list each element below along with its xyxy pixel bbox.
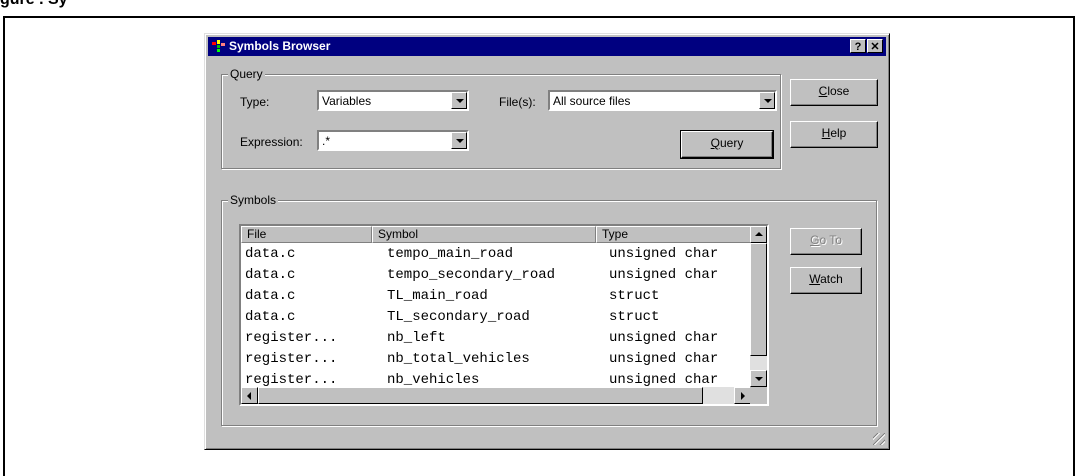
- list-header: File Symbol Type: [241, 226, 751, 243]
- app-icon: [212, 40, 225, 52]
- query-button[interactable]: Query: [680, 130, 774, 159]
- cell-symbol: nb_left: [387, 330, 446, 346]
- column-header-file[interactable]: File: [241, 226, 372, 243]
- cell-type: unsigned char: [609, 267, 719, 283]
- table-row[interactable]: data.c tempo_secondary_road unsigned cha…: [241, 265, 751, 286]
- cell-type: unsigned char: [609, 372, 719, 388]
- column-header-type[interactable]: Type: [596, 226, 751, 243]
- cell-file: register...: [245, 351, 338, 367]
- vertical-scrollbar[interactable]: [750, 226, 767, 387]
- cell-file: data.c: [245, 288, 296, 304]
- goto-button[interactable]: Go To: [790, 228, 862, 255]
- type-select[interactable]: Variables: [317, 90, 469, 111]
- symbols-browser-dialog: Symbols Browser ? ✕ Query Type: Variable…: [204, 33, 890, 450]
- table-row[interactable]: data.c TL_main_road struct: [241, 286, 751, 307]
- cell-type: unsigned char: [609, 246, 719, 262]
- symbols-group-label: Symbols: [228, 193, 279, 207]
- help-button[interactable]: Help: [790, 121, 878, 148]
- close-button[interactable]: Close: [790, 79, 878, 106]
- resize-grip-icon[interactable]: [873, 433, 885, 445]
- cell-type: struct: [609, 288, 660, 304]
- column-header-symbol[interactable]: Symbol: [372, 226, 596, 243]
- expression-value: .*: [322, 134, 331, 148]
- window-title: Symbols Browser: [229, 39, 331, 53]
- expression-input[interactable]: .*: [317, 130, 469, 151]
- scroll-left-icon[interactable]: [241, 387, 258, 404]
- files-select[interactable]: All source files: [548, 90, 777, 111]
- files-label: File(s):: [499, 95, 536, 109]
- cell-symbol: TL_secondary_road: [387, 309, 530, 325]
- query-group-label: Query: [228, 67, 265, 81]
- scroll-up-icon[interactable]: [750, 226, 767, 243]
- watch-button[interactable]: Watch: [790, 267, 862, 294]
- cell-file: data.c: [245, 309, 296, 325]
- table-row[interactable]: register... nb_left unsigned char: [241, 328, 751, 349]
- horizontal-scrollbar[interactable]: [241, 387, 751, 404]
- horizontal-scroll-thumb[interactable]: [258, 387, 703, 404]
- close-title-button[interactable]: ✕: [867, 39, 883, 53]
- scroll-right-icon[interactable]: [734, 387, 751, 404]
- cell-symbol: nb_total_vehicles: [387, 351, 530, 367]
- help-title-button[interactable]: ?: [850, 39, 866, 53]
- vertical-scroll-thumb[interactable]: [750, 243, 767, 356]
- cell-file: data.c: [245, 267, 296, 283]
- chevron-down-icon[interactable]: [759, 92, 775, 109]
- cell-file: register...: [245, 372, 338, 388]
- figure-caption: gure . Sy: [0, 0, 68, 9]
- chevron-down-icon[interactable]: [451, 92, 467, 109]
- table-row[interactable]: data.c tempo_main_road unsigned char: [241, 244, 751, 265]
- files-select-value: All source files: [553, 94, 631, 108]
- expression-label: Expression:: [240, 135, 303, 149]
- cell-type: unsigned char: [609, 330, 719, 346]
- scroll-corner: [750, 387, 767, 404]
- cell-type: struct: [609, 309, 660, 325]
- symbols-list[interactable]: File Symbol Type data.c tempo_main_road …: [239, 224, 769, 406]
- cell-symbol: tempo_main_road: [387, 246, 514, 262]
- cell-file: register...: [245, 330, 338, 346]
- chevron-down-icon[interactable]: [451, 132, 467, 149]
- title-bar[interactable]: Symbols Browser ? ✕: [208, 37, 886, 56]
- cell-type: unsigned char: [609, 351, 719, 367]
- type-label: Type:: [240, 95, 270, 109]
- cell-file: data.c: [245, 246, 296, 262]
- table-row[interactable]: data.c TL_secondary_road struct: [241, 307, 751, 328]
- cell-symbol: nb_vehicles: [387, 372, 480, 388]
- scroll-down-icon[interactable]: [750, 370, 767, 387]
- cell-symbol: TL_main_road: [387, 288, 488, 304]
- table-row[interactable]: register... nb_total_vehicles unsigned c…: [241, 349, 751, 370]
- cell-symbol: tempo_secondary_road: [387, 267, 556, 283]
- type-select-value: Variables: [322, 94, 372, 108]
